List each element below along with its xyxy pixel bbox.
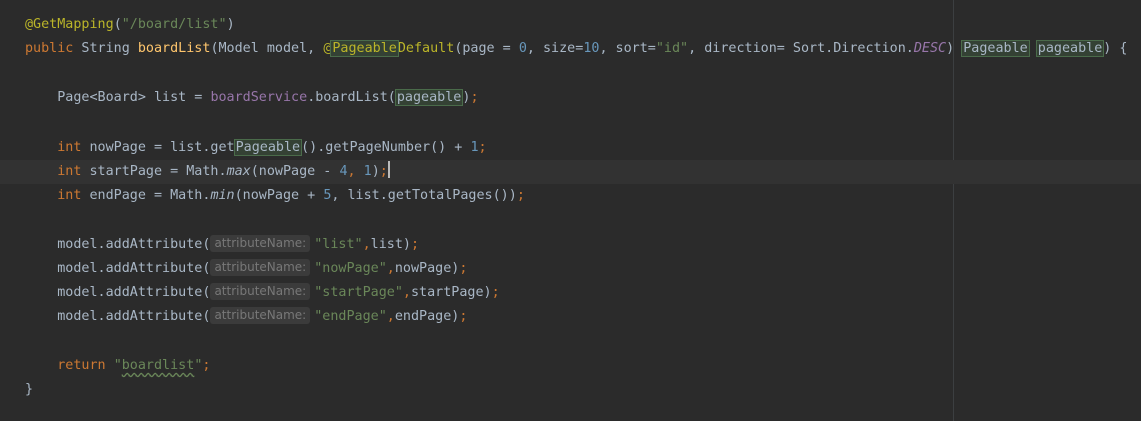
string-token: "endPage": [314, 309, 387, 324]
string-token: "/board/list": [121, 17, 227, 32]
parameter-hint: attributeName:: [210, 259, 311, 276]
code-line-2[interactable]: public String boardList(Model model, @Pa…: [25, 37, 1127, 61]
semicolon-token: ;: [470, 90, 479, 105]
number-token: 0: [518, 41, 527, 56]
number-token: 10: [583, 41, 600, 56]
number-token: 1: [363, 164, 372, 179]
text-caret: [387, 161, 390, 178]
code-text: model.addAttribute(: [25, 309, 211, 324]
code-text: list): [370, 237, 411, 252]
method-name: boardList: [137, 41, 211, 56]
highlighted-usage: Pageable: [233, 139, 303, 156]
code-text: .boardList(: [307, 90, 396, 105]
string-token: "nowPage": [314, 261, 387, 276]
code-line-16[interactable]: }: [25, 378, 33, 402]
annotation-token: Default: [397, 41, 455, 56]
field-token: boardService: [210, 90, 308, 105]
highlighted-usage: pageable: [394, 89, 464, 106]
paren-token: ): [226, 17, 235, 32]
static-method-token: min: [210, 188, 235, 203]
parameter-hint: attributeName:: [210, 235, 311, 252]
code-line-4[interactable]: Page<Board> list = boardService.boardLis…: [25, 86, 479, 110]
comma-token: ,: [386, 309, 395, 324]
keyword-token: public: [25, 41, 74, 56]
code-text: String: [73, 41, 138, 56]
code-text: model.addAttribute(: [25, 285, 211, 300]
code-line-8[interactable]: int endPage = Math.min(nowPage + 5, list…: [25, 184, 525, 208]
string-token: "id": [655, 41, 689, 56]
keyword-token: int: [25, 140, 82, 155]
code-text: Page<Board> list =: [25, 90, 211, 105]
spellcheck-string: boardlist: [121, 358, 195, 373]
keyword-token: return: [25, 358, 106, 373]
semicolon-token: ;: [516, 188, 525, 203]
code-line-15[interactable]: return "boardlist";: [25, 354, 210, 378]
closing-brace: }: [25, 382, 34, 397]
code-text: nowPage): [394, 261, 460, 276]
number-token: 4: [339, 164, 348, 179]
code-text: , sort=: [599, 41, 656, 56]
highlighted-usage: pageable: [1035, 40, 1105, 57]
code-text: nowPage = list.get: [81, 140, 235, 155]
number-token: 1: [470, 140, 479, 155]
string-token: ": [113, 358, 122, 373]
code-text: (page =: [454, 41, 519, 56]
semicolon-token: ;: [202, 358, 211, 373]
code-text: startPage = Math.: [81, 164, 227, 179]
enum-constant: DESC: [913, 41, 947, 56]
static-method-token: max: [226, 164, 251, 179]
semicolon-token: ;: [410, 237, 420, 252]
code-text: ) {: [1103, 41, 1128, 56]
comma-token: ,: [386, 261, 395, 276]
comma-token: ,: [347, 164, 364, 179]
code-text: ): [946, 41, 963, 56]
semicolon-token: ;: [459, 261, 468, 276]
comma-token: ,: [362, 237, 371, 252]
paren-token: (: [113, 17, 122, 32]
code-line-7[interactable]: int startPage = Math.max(nowPage - 4, 1)…: [25, 160, 390, 184]
code-text: endPage): [394, 309, 460, 324]
string-token: "startPage": [314, 285, 403, 300]
code-text: , list.getTotalPages()): [331, 188, 517, 203]
code-text: ): [371, 164, 380, 179]
code-text: model.addAttribute(: [25, 237, 211, 252]
code-text: model.addAttribute(: [25, 261, 211, 276]
code-line-1[interactable]: @GetMapping("/board/list"): [25, 13, 235, 37]
code-text: (Model model,: [210, 41, 324, 56]
parameter-hint: attributeName:: [210, 307, 311, 324]
code-line-6[interactable]: int nowPage = list.getPageable().getPage…: [25, 136, 487, 160]
annotation-token: @GetMapping: [25, 17, 114, 32]
code-text: (nowPage -: [250, 164, 340, 179]
highlighted-usage: Pageable: [961, 40, 1030, 57]
string-token: "list": [314, 237, 363, 252]
parameter-hint: attributeName:: [210, 283, 311, 300]
semicolon-token: ;: [478, 140, 487, 155]
code-line-13[interactable]: model.addAttribute(attributeName: "endPag…: [25, 305, 467, 329]
code-text: (nowPage +: [234, 188, 324, 203]
code-text: endPage = Math.: [81, 188, 211, 203]
comma-token: ,: [402, 285, 411, 300]
keyword-token: int: [25, 164, 82, 179]
code-line-11[interactable]: model.addAttribute(attributeName: "nowPag…: [25, 257, 467, 281]
semicolon-token: ;: [491, 285, 500, 300]
semicolon-token: ;: [379, 164, 388, 179]
code-line-12[interactable]: model.addAttribute(attributeName: "startP…: [25, 281, 500, 305]
code-editor[interactable]: @GetMapping("/board/list") public String…: [0, 0, 1141, 421]
highlighted-usage: Pageable: [330, 40, 399, 57]
code-text: ().getPageNumber() +: [301, 140, 471, 155]
code-line-10[interactable]: model.addAttribute(attributeName: "list",…: [25, 233, 419, 257]
code-text: , size=: [526, 41, 584, 56]
semicolon-token: ;: [459, 309, 468, 324]
right-margin-guide: [953, 0, 954, 421]
keyword-token: int: [25, 188, 82, 203]
code-text: startPage): [410, 285, 492, 300]
code-text: , direction= Sort.Direction.: [688, 41, 914, 56]
